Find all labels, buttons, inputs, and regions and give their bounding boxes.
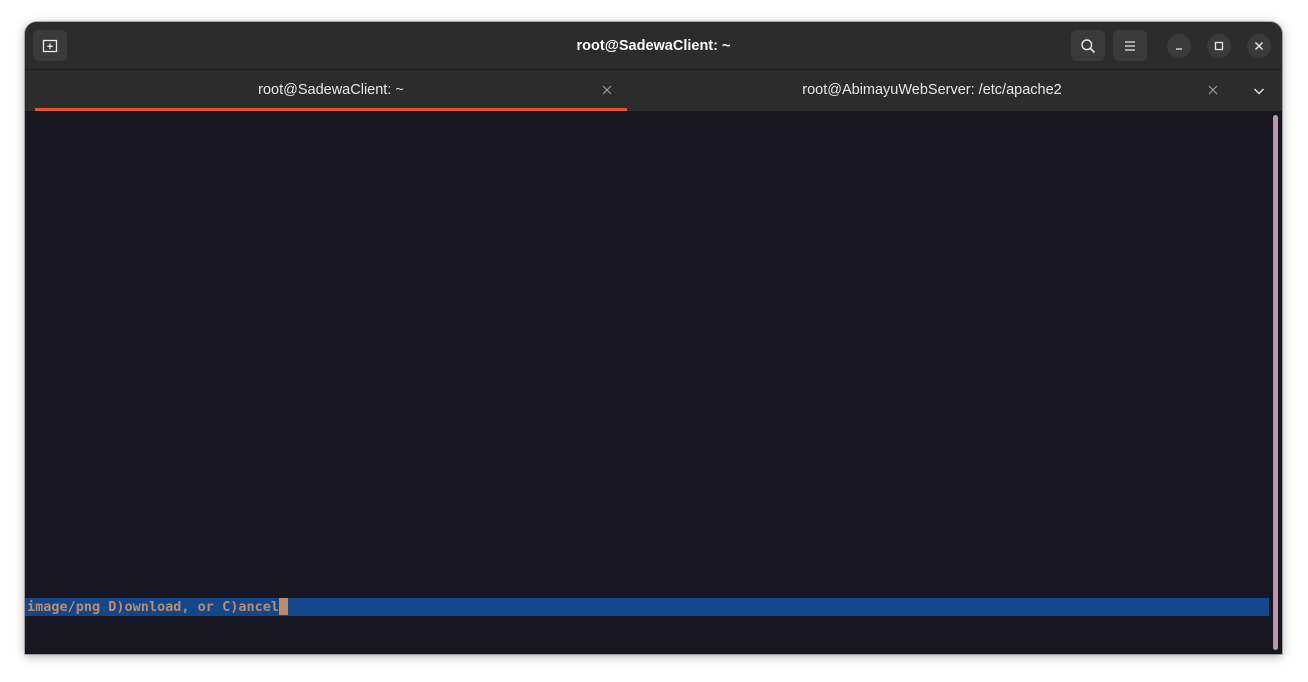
maximize-button[interactable] [1207,34,1231,58]
lynx-status-line: image/png D)ownload, or C)ancel [25,598,1269,616]
close-icon [1208,85,1218,95]
terminal-scrollbar[interactable] [1273,115,1278,650]
terminal-cursor [278,598,288,615]
chevron-down-icon [1253,87,1265,95]
terminal-area[interactable]: image/png D)ownload, or C)ancel [25,111,1282,654]
headerbar: root@SadewaClient: ~ [25,22,1282,70]
main-menu-button[interactable] [1113,30,1147,61]
search-button[interactable] [1071,30,1105,61]
terminal-window: root@SadewaClient: ~ root@SadewaClient: … [25,22,1282,654]
minimize-icon [1174,41,1184,51]
close-window-button[interactable] [1247,34,1271,58]
tab-close-button[interactable] [1205,82,1221,98]
tab-label: root@AbimayuWebServer: /etc/apache2 [802,82,1062,98]
tab-bar: root@SadewaClient: ~ root@AbimayuWebServ… [25,70,1282,111]
tab-sadewa-client[interactable]: root@SadewaClient: ~ [35,70,627,111]
minimize-button[interactable] [1167,34,1191,58]
close-icon [1254,41,1264,51]
search-icon [1080,38,1096,54]
tab-label: root@SadewaClient: ~ [258,82,404,98]
close-icon [602,85,612,95]
tab-abimayu-webserver[interactable]: root@AbimayuWebServer: /etc/apache2 [629,70,1235,111]
maximize-icon [1214,41,1224,51]
tab-close-button[interactable] [599,82,615,98]
status-prompt-text: image/png D)ownload, or C)ancel [27,599,279,615]
tab-overflow-button[interactable] [1247,80,1271,102]
hamburger-menu-icon [1123,39,1137,53]
